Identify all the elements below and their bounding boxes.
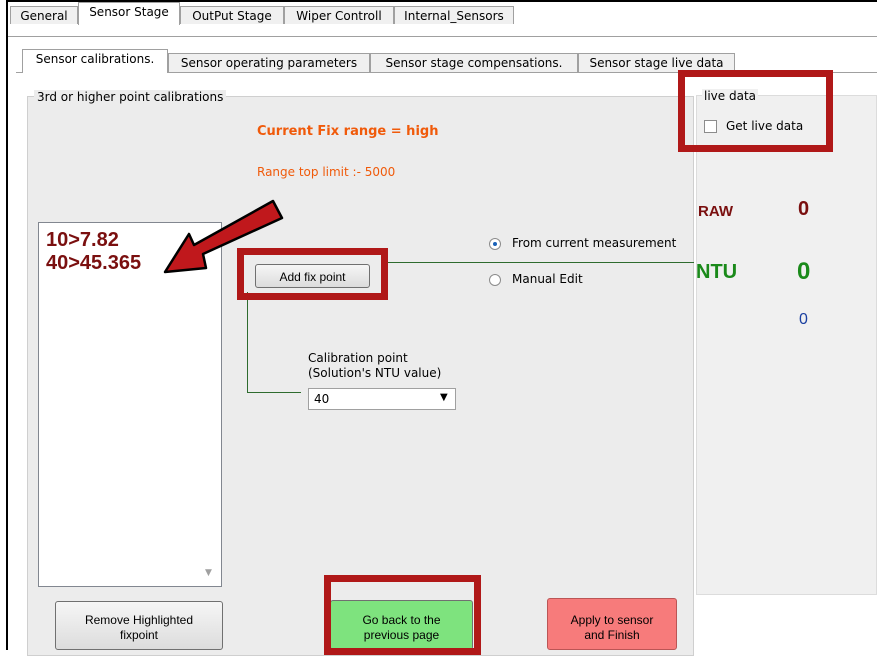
window-frame-left <box>6 0 8 650</box>
calibration-point-value: 40 <box>314 392 330 406</box>
tab-general[interactable]: General <box>10 6 78 24</box>
tab-output-stage[interactable]: OutPut Stage <box>180 6 284 24</box>
radio-label-from-current-measurement: From current measurement <box>512 236 677 250</box>
calibration-point-label: Calibration point <box>308 351 408 365</box>
ntu-value: 0 <box>797 258 811 285</box>
fix-point-item[interactable]: 40>45.365 <box>46 252 141 275</box>
apply-button-line1: Apply to sensor <box>570 612 654 627</box>
range-top-limit: Range top limit :- 5000 <box>257 165 396 179</box>
tab-wiper-controll[interactable]: Wiper Controll <box>284 6 394 24</box>
calibration-point-sublabel: (Solution's NTU value) <box>308 366 442 380</box>
radio-label-manual-edit: Manual Edit <box>512 272 583 286</box>
raw-label: RAW <box>698 203 733 220</box>
highlight-box-live-data <box>678 70 833 152</box>
highlight-box-add-fix-point <box>237 248 388 300</box>
subtab-sensor-operating-parameters[interactable]: Sensor operating parameters <box>168 53 370 72</box>
ntu-label: NTU <box>696 261 738 283</box>
apply-button-line2: and Finish <box>584 627 640 642</box>
tab-strip-baseline <box>8 36 877 37</box>
tab-internal-sensors[interactable]: Internal_Sensors <box>394 6 514 24</box>
chevron-down-icon[interactable]: ▼ <box>440 392 448 403</box>
connector-line <box>384 262 694 263</box>
ntu-secondary-value: 0 <box>799 311 808 328</box>
subtab-sensor-stage-compensations[interactable]: Sensor stage compensations. <box>370 53 578 72</box>
highlight-box-go-back <box>324 575 481 655</box>
subtab-sensor-calibrations[interactable]: Sensor calibrations. <box>22 49 168 73</box>
calibration-group-title: 3rd or higher point calibrations <box>34 90 227 104</box>
tab-sensor-stage[interactable]: Sensor Stage <box>78 2 180 25</box>
raw-value: 0 <box>798 198 810 220</box>
live-data-groupbox <box>696 95 877 595</box>
calibration-point-select[interactable]: 40 ▼ <box>308 388 456 410</box>
remove-highlighted-fixpoint-button[interactable]: Remove Highlighted fixpoint <box>55 601 223 650</box>
apply-to-sensor-button[interactable]: Apply to sensor and Finish <box>547 598 677 650</box>
connector-line <box>247 292 248 393</box>
connector-line <box>247 392 301 393</box>
scroll-down-arrow-icon[interactable]: ▼ <box>205 568 212 578</box>
radio-manual-edit[interactable] <box>489 274 501 286</box>
fix-point-item[interactable]: 10>7.82 <box>46 229 119 252</box>
radio-from-current-measurement[interactable] <box>489 238 501 250</box>
remove-button-line2: fixpoint <box>119 628 159 642</box>
fix-range-title: Current Fix range = high <box>257 124 439 139</box>
remove-button-line1: Remove Highlighted <box>84 613 194 627</box>
